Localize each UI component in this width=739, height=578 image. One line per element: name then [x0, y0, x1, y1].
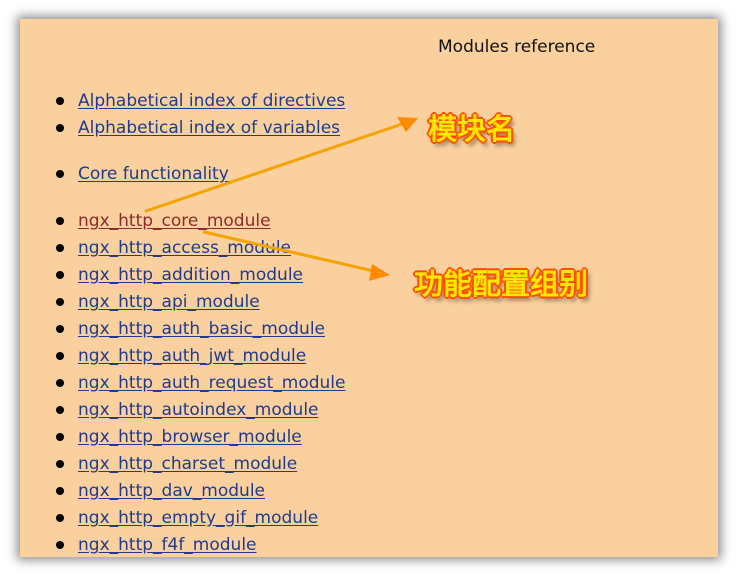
annotation-function-group: 功能配置组别 [414, 267, 589, 301]
list-item: ngx_http_auth_request_module [20, 370, 345, 397]
list-item: Core functionality [20, 161, 229, 188]
link-module[interactable]: ngx_http_core_module [78, 211, 271, 231]
link-variables-index[interactable]: Alphabetical index of variables [78, 118, 340, 138]
bullet-icon [56, 244, 64, 252]
bullet-icon [56, 217, 64, 225]
list-item: ngx_http_api_module [20, 289, 345, 316]
list-item: ngx_http_dav_module [20, 478, 345, 505]
module-links-list: ngx_http_core_module ngx_http_access_mod… [20, 208, 345, 557]
bullet-icon [56, 487, 64, 495]
bullet-icon [56, 514, 64, 522]
list-item: ngx_http_auth_jwt_module [20, 343, 345, 370]
list-item: Alphabetical index of directives [20, 88, 345, 115]
arrowhead-icon [397, 117, 418, 132]
browser-page: Modules reference Alphabetical index of … [20, 19, 718, 557]
bullet-icon [56, 298, 64, 306]
bullet-icon [56, 379, 64, 387]
arrowhead-icon [369, 264, 390, 281]
bullet-icon [56, 325, 64, 333]
link-module[interactable]: ngx_http_browser_module [78, 427, 302, 447]
list-item: ngx_http_addition_module [20, 262, 345, 289]
list-item: ngx_http_charset_module [20, 451, 345, 478]
bullet-icon [56, 433, 64, 441]
link-module[interactable]: ngx_http_auth_request_module [78, 373, 345, 393]
link-module[interactable]: ngx_http_access_module [78, 238, 291, 258]
page-title: Modules reference [438, 37, 596, 57]
list-item: ngx_http_autoindex_module [20, 397, 345, 424]
index-links-list: Alphabetical index of directives Alphabe… [20, 88, 345, 142]
link-module[interactable]: ngx_http_auth_basic_module [78, 319, 325, 339]
bullet-icon [56, 406, 64, 414]
bullet-icon [56, 352, 64, 360]
link-module[interactable]: ngx_http_dav_module [78, 481, 265, 501]
list-item: ngx_http_auth_basic_module [20, 316, 345, 343]
list-item: ngx_http_browser_module [20, 424, 345, 451]
list-item: ngx_http_core_module [20, 208, 345, 235]
bullet-icon [56, 124, 64, 132]
link-module[interactable]: ngx_http_autoindex_module [78, 400, 319, 420]
bullet-icon [56, 97, 64, 105]
list-item: ngx_http_f4f_module [20, 532, 345, 557]
link-module[interactable]: ngx_http_addition_module [78, 265, 303, 285]
list-item: ngx_http_empty_gif_module [20, 505, 345, 532]
bullet-icon [56, 460, 64, 468]
bullet-icon [56, 170, 64, 178]
link-module[interactable]: ngx_http_empty_gif_module [78, 508, 318, 528]
annotation-module-name: 模块名 [428, 112, 516, 146]
bullet-icon [56, 541, 64, 549]
link-module[interactable]: ngx_http_f4f_module [78, 535, 257, 555]
link-directives-index[interactable]: Alphabetical index of directives [78, 91, 345, 111]
list-item: Alphabetical index of variables [20, 115, 345, 142]
core-links-list: Core functionality [20, 161, 229, 188]
link-core-functionality[interactable]: Core functionality [78, 164, 229, 184]
bullet-icon [56, 271, 64, 279]
link-module[interactable]: ngx_http_auth_jwt_module [78, 346, 306, 366]
link-module[interactable]: ngx_http_api_module [78, 292, 260, 312]
list-item: ngx_http_access_module [20, 235, 345, 262]
link-module[interactable]: ngx_http_charset_module [78, 454, 297, 474]
